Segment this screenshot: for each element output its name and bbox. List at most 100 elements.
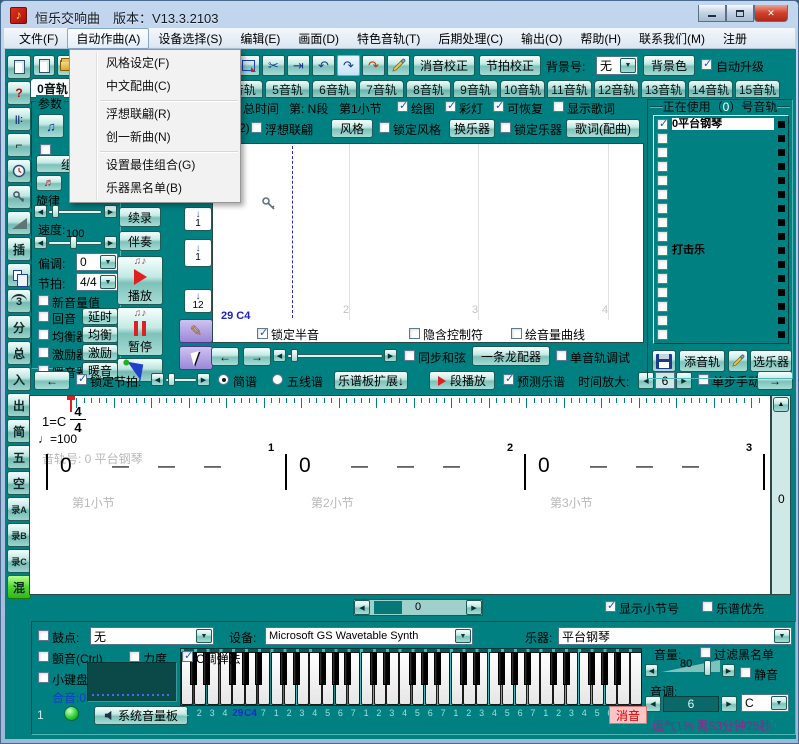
tab-track-7[interactable]: 7音轨: [359, 80, 404, 98]
show-measure-number-checkbox[interactable]: [605, 601, 616, 612]
tab-track-9[interactable]: 9音轨: [453, 80, 498, 98]
piano-black-key[interactable]: [460, 652, 467, 685]
instrument-square[interactable]: [778, 303, 785, 310]
instrument-square[interactable]: [778, 317, 785, 324]
one-stop-orchestration-button[interactable]: 一条龙配器: [472, 346, 550, 366]
lock-beat-checkbox[interactable]: [76, 374, 87, 385]
instrument-row[interactable]: [655, 285, 787, 299]
triplet-tool[interactable]: 3: [7, 289, 31, 313]
chevron-down-icon[interactable]: [455, 629, 471, 643]
continue-record-button[interactable]: 续录: [119, 207, 161, 227]
tab-track-8[interactable]: 8音轨: [406, 80, 451, 98]
filter-blacklist-checkbox[interactable]: [700, 647, 711, 658]
piano-black-key[interactable]: [293, 652, 300, 685]
instrument-square[interactable]: [778, 261, 785, 268]
measure-rest[interactable]: 0: [538, 454, 550, 478]
instrument-square[interactable]: [778, 219, 785, 226]
instrument-square[interactable]: [778, 247, 785, 254]
menu-item-9[interactable]: 帮助(H): [571, 28, 630, 49]
instrument-row[interactable]: [655, 159, 787, 173]
ramp-tool-icon[interactable]: [7, 211, 31, 235]
piano-black-key[interactable]: [255, 652, 262, 685]
score-h-scrollbar[interactable]: ◀ 0 ▶: [353, 599, 483, 616]
instrument-checkbox[interactable]: [657, 161, 668, 172]
spinner-2-button[interactable]: ↓1: [184, 239, 212, 267]
bg-number-select[interactable]: 无: [596, 56, 638, 75]
auto-update-checkbox[interactable]: [701, 59, 712, 70]
menu-item-10[interactable]: 联系我们(M): [630, 28, 714, 49]
segment-play-button[interactable]: 段播放: [429, 371, 495, 390]
pencil-tool-button[interactable]: ✎: [179, 319, 213, 343]
select-instrument-button[interactable]: 选乐器: [750, 350, 792, 372]
instrument-checkbox[interactable]: [657, 245, 668, 256]
piano-roll-canvas[interactable]: 2 3 4 29 C4 锁定半音 隐含控制符 绘音量曲线: [212, 143, 644, 343]
score-left-button[interactable]: ←: [34, 371, 70, 390]
instrument-row[interactable]: [655, 271, 787, 285]
lock-instrument-checkbox[interactable]: [500, 122, 511, 133]
cursor-tool-button[interactable]: [179, 346, 213, 370]
melody-icon-button[interactable]: ♬: [36, 175, 62, 191]
instrument-checkbox[interactable]: [657, 203, 668, 214]
lock-semitone-checkbox[interactable]: [257, 328, 268, 339]
sync-chord-checkbox[interactable]: [404, 350, 415, 361]
small-keyboard-checkbox[interactable]: [38, 672, 49, 683]
menu-item-6[interactable]: 特色音轨(T): [348, 28, 429, 49]
draw-checkbox[interactable]: [397, 101, 408, 112]
delay-button[interactable]: 延时: [82, 308, 118, 325]
lyrics-button[interactable]: 歌词(配曲): [566, 119, 640, 138]
single-track-debug-checkbox[interactable]: [556, 350, 567, 361]
pause-button[interactable]: ♫♪ 暂停: [117, 307, 163, 356]
scroll-left-button[interactable]: ←: [211, 347, 239, 366]
instrument-row[interactable]: 0平台钢琴: [655, 117, 787, 131]
tab-track-14[interactable]: 14音轨: [688, 80, 733, 98]
instrument-checkbox[interactable]: [657, 273, 668, 284]
jianpu-radio[interactable]: [218, 374, 229, 385]
chevron-down-icon[interactable]: [774, 629, 790, 643]
piano-black-key[interactable]: [383, 652, 390, 685]
piano-black-key[interactable]: [498, 652, 505, 685]
instrument-row[interactable]: [655, 145, 787, 159]
key-select[interactable]: C: [741, 694, 789, 712]
echo-checkbox[interactable]: [38, 311, 49, 322]
instrument-row[interactable]: [655, 187, 787, 201]
device-select[interactable]: Microsoft GS Wavetable Synth: [265, 627, 473, 645]
scroll-right-button[interactable]: →: [243, 347, 271, 366]
h-scroll-track[interactable]: 0: [370, 600, 466, 615]
master-tool[interactable]: 总: [7, 341, 31, 365]
chevron-down-icon[interactable]: [771, 696, 787, 710]
input-tool[interactable]: 入: [7, 367, 31, 391]
new-volume-checkbox[interactable]: [38, 295, 49, 306]
mute-sound-button[interactable]: 消音: [609, 706, 647, 724]
velocity-checkbox[interactable]: [129, 651, 140, 662]
piano-black-key[interactable]: [614, 652, 621, 685]
mix-tool[interactable]: 混: [7, 575, 31, 599]
beat-correct-button[interactable]: 节拍校正: [479, 55, 541, 76]
tab-track-13[interactable]: 13音轨: [641, 80, 686, 98]
tab-track-6[interactable]: 6音轨: [312, 80, 357, 98]
mute-correct-button[interactable]: 消音校正: [413, 55, 475, 76]
instrument-row[interactable]: [655, 229, 787, 243]
menu-option[interactable]: 风格设定(F): [70, 52, 240, 75]
staff-radio[interactable]: [272, 374, 283, 385]
instrument-square[interactable]: [778, 135, 785, 142]
instrument-select[interactable]: 平台钢琴: [558, 627, 792, 645]
tab-track-10[interactable]: 10音轨: [500, 80, 545, 98]
chevron-down-icon[interactable]: [620, 58, 636, 73]
brush-icon[interactable]: [387, 55, 410, 76]
new-file-icon[interactable]: [7, 55, 31, 79]
clock-tool-icon[interactable]: [7, 159, 31, 183]
instrument-square[interactable]: [778, 275, 785, 282]
curve-arrow-icon[interactable]: ↷: [362, 55, 385, 76]
menu-option[interactable]: 创一新曲(N): [70, 126, 240, 149]
equalize-button[interactable]: 均衡: [82, 326, 118, 343]
instrument-square[interactable]: [778, 289, 785, 296]
scroll-up-button[interactable]: ▲: [773, 397, 789, 412]
piano-black-key[interactable]: [242, 652, 249, 685]
instrument-square[interactable]: [778, 191, 785, 198]
exciter-checkbox[interactable]: [38, 347, 49, 358]
save-button[interactable]: [652, 350, 676, 372]
instrument-checkbox[interactable]: [657, 189, 668, 200]
menu-item-2[interactable]: 自动作曲(A): [67, 28, 149, 49]
piano-black-key[interactable]: [421, 652, 428, 685]
menu-option[interactable]: 浮想联翩(R): [70, 103, 240, 126]
